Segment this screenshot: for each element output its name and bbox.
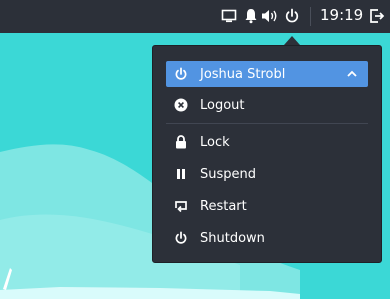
bell-icon[interactable] bbox=[242, 7, 260, 25]
menu-divider bbox=[166, 123, 368, 124]
user-menu-header[interactable]: Joshua Strobl bbox=[166, 61, 368, 87]
restart-button[interactable]: Restart bbox=[166, 193, 368, 219]
power-menu-popover: Joshua Strobl Logout Lock Suspend Restar… bbox=[152, 45, 382, 263]
logout-button[interactable]: Logout bbox=[166, 92, 368, 118]
volume-icon[interactable] bbox=[261, 7, 279, 25]
pause-icon bbox=[174, 167, 188, 181]
power-icon[interactable] bbox=[283, 7, 301, 25]
power-icon bbox=[174, 67, 188, 81]
popover-arrow bbox=[284, 36, 300, 45]
chevron-up-icon[interactable] bbox=[346, 68, 358, 84]
close-circle-icon bbox=[174, 98, 188, 112]
lock-label: Lock bbox=[200, 134, 230, 150]
lock-icon bbox=[174, 135, 188, 149]
clock[interactable]: 19:19 bbox=[320, 6, 363, 24]
lock-button[interactable]: Lock bbox=[166, 129, 368, 155]
user-name-label: Joshua Strobl bbox=[200, 66, 286, 82]
power-icon bbox=[174, 231, 188, 245]
top-panel: 19:19 bbox=[0, 0, 390, 33]
logout-icon[interactable] bbox=[368, 7, 386, 25]
suspend-label: Suspend bbox=[200, 166, 257, 182]
logout-label: Logout bbox=[200, 97, 245, 113]
display-icon[interactable] bbox=[220, 7, 238, 25]
restart-icon bbox=[174, 199, 188, 213]
restart-label: Restart bbox=[200, 198, 247, 214]
shutdown-label: Shutdown bbox=[200, 230, 265, 246]
panel-separator bbox=[310, 7, 311, 26]
suspend-button[interactable]: Suspend bbox=[166, 161, 368, 187]
shutdown-button[interactable]: Shutdown bbox=[166, 225, 368, 251]
